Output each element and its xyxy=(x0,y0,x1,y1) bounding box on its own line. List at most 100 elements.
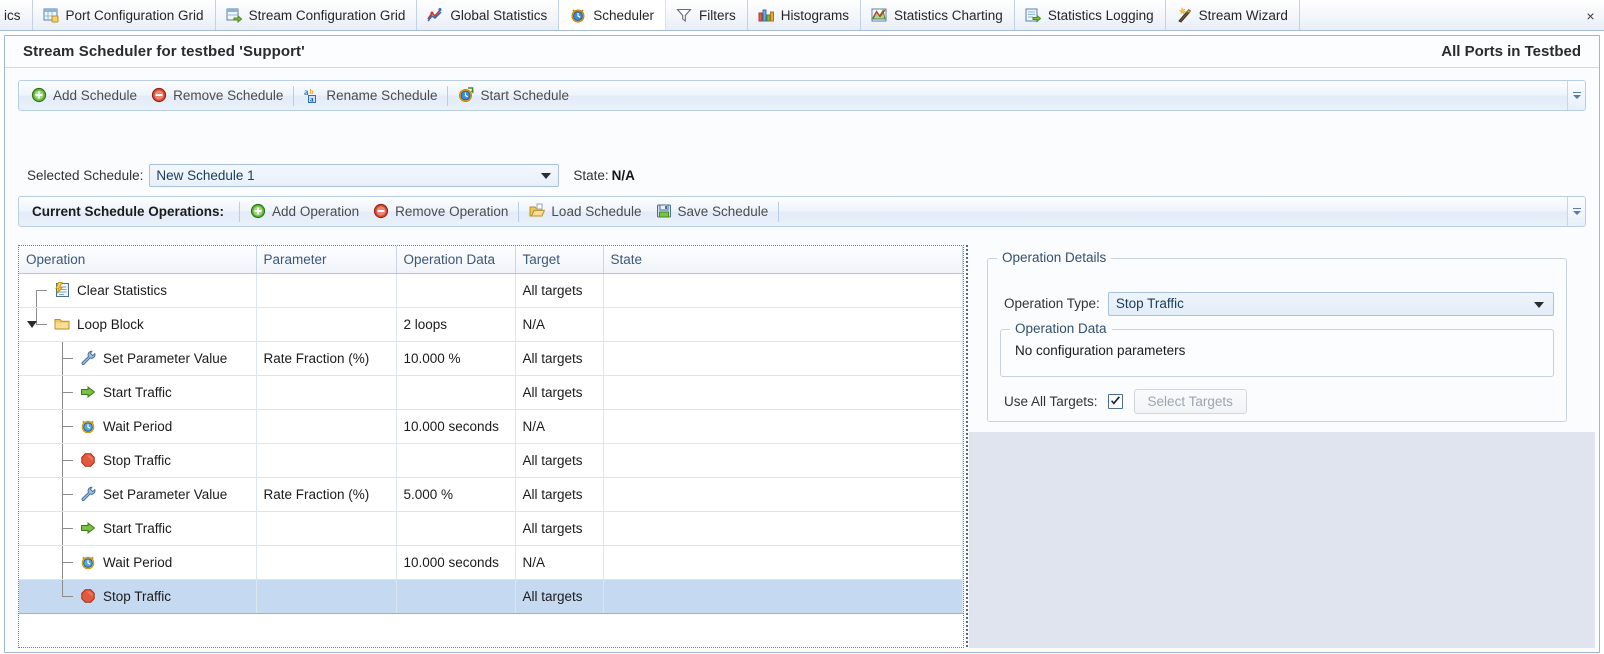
cell-operation-data[interactable]: 5.000 % xyxy=(396,477,516,512)
cell-state[interactable] xyxy=(603,307,963,342)
cell-parameter[interactable] xyxy=(256,409,397,444)
table-row[interactable]: Clear Statistics All targets xyxy=(19,273,963,308)
tab-filters[interactable]: Filters xyxy=(666,0,748,30)
table-row[interactable]: Start Traffic All targets xyxy=(19,375,963,410)
cell-state[interactable] xyxy=(603,511,963,546)
remove-schedule-button[interactable]: Remove Schedule xyxy=(144,83,290,108)
cell-operation-data[interactable] xyxy=(396,443,516,478)
table-row[interactable]: Set Parameter Value Rate Fraction (%) 10.0… xyxy=(19,341,963,376)
save-schedule-button[interactable]: Save Schedule xyxy=(649,199,776,224)
operation-name: Set Parameter Value xyxy=(103,350,228,366)
close-tab-button[interactable]: × xyxy=(1578,0,1604,30)
add-schedule-button[interactable]: Add Schedule xyxy=(24,83,144,108)
table-row[interactable]: Wait Period 10.000 seconds N/A xyxy=(19,409,963,444)
cell-target[interactable]: All targets xyxy=(515,443,604,478)
cell-target[interactable]: N/A xyxy=(515,409,604,444)
cell-operation-data[interactable]: 2 loops xyxy=(396,307,516,342)
operation-type-label: Operation Type: xyxy=(1004,296,1100,311)
cell-target[interactable]: N/A xyxy=(515,307,604,342)
operation-type-combobox[interactable]: Stop Traffic xyxy=(1107,291,1554,316)
cell-state[interactable] xyxy=(603,578,963,614)
tree-expander[interactable] xyxy=(27,321,37,328)
cell-parameter[interactable]: Rate Fraction (%) xyxy=(256,341,397,376)
green-arrow-icon xyxy=(80,384,97,401)
table-row[interactable]: Stop Traffic All targets xyxy=(19,578,963,614)
cell-target[interactable]: All targets xyxy=(515,375,604,410)
select-targets-button[interactable]: Select Targets xyxy=(1133,388,1247,414)
cell-state[interactable] xyxy=(603,409,963,444)
cell-target[interactable]: All targets xyxy=(515,341,604,376)
tab-statistics-charting[interactable]: Statistics Charting xyxy=(861,0,1015,30)
red-stop-icon xyxy=(80,452,97,469)
column-header-state[interactable]: State xyxy=(603,246,963,274)
column-header-target[interactable]: Target xyxy=(515,246,604,274)
cell-operation-data[interactable]: 10.000 seconds xyxy=(396,409,516,444)
cell-operation[interactable]: Set Parameter Value xyxy=(19,341,257,376)
table-row[interactable]: Start Traffic All targets xyxy=(19,511,963,546)
remove-operation-button[interactable]: Remove Operation xyxy=(366,199,515,224)
add-green-circle-icon xyxy=(31,87,48,104)
cell-operation-data[interactable] xyxy=(396,273,516,308)
chevron-down-icon xyxy=(1572,95,1581,99)
tab-statistics-logging[interactable]: Statistics Logging xyxy=(1015,0,1166,30)
add-operation-button[interactable]: Add Operation xyxy=(243,199,366,224)
tab-global-statistics[interactable]: Global Statistics xyxy=(417,0,560,30)
operations-toolbar-overflow-button[interactable] xyxy=(1567,197,1585,226)
cell-target[interactable]: All targets xyxy=(515,511,604,546)
table-row[interactable]: Set Parameter Value Rate Fraction (%) 5.00… xyxy=(19,477,963,512)
cell-operation[interactable]: Wait Period xyxy=(19,545,257,580)
cell-operation-data[interactable] xyxy=(396,578,516,614)
cell-operation[interactable]: Start Traffic xyxy=(19,375,257,410)
start-schedule-button[interactable]: Start Schedule xyxy=(451,83,576,108)
tab-scheduler[interactable]: Scheduler xyxy=(559,0,666,30)
cell-parameter[interactable] xyxy=(256,545,397,580)
cell-operation[interactable]: Wait Period xyxy=(19,409,257,444)
table-row[interactable]: Wait Period 10.000 seconds N/A xyxy=(19,545,963,580)
cell-parameter[interactable]: Rate Fraction (%) xyxy=(256,477,397,512)
tab-stream-configuration-grid[interactable]: Stream Configuration Grid xyxy=(216,0,418,30)
cell-state[interactable] xyxy=(603,443,963,478)
cell-operation[interactable]: Stop Traffic xyxy=(19,578,257,614)
cell-target[interactable]: All targets xyxy=(515,477,604,512)
cell-state[interactable] xyxy=(603,341,963,376)
cell-operation[interactable]: Start Traffic xyxy=(19,511,257,546)
cell-state[interactable] xyxy=(603,375,963,410)
cell-operation[interactable]: Clear Statistics xyxy=(19,273,257,308)
table-row[interactable]: Stop Traffic All targets xyxy=(19,443,963,478)
cell-operation-data[interactable] xyxy=(396,511,516,546)
tab-port-configuration-grid[interactable]: Port Configuration Grid xyxy=(33,0,216,30)
selected-schedule-combobox[interactable]: New Schedule 1 xyxy=(149,163,560,187)
cell-parameter[interactable] xyxy=(256,375,397,410)
cell-parameter[interactable] xyxy=(256,578,397,614)
cell-operation[interactable]: Stop Traffic xyxy=(19,443,257,478)
tab-stream-wizard[interactable]: Stream Wizard xyxy=(1166,0,1300,30)
cell-parameter[interactable] xyxy=(256,307,397,342)
schedule-toolbar-overflow-button[interactable] xyxy=(1567,81,1585,110)
column-header-operation-data[interactable]: Operation Data xyxy=(396,246,516,274)
cell-state[interactable] xyxy=(603,477,963,512)
cell-operation-data[interactable] xyxy=(396,375,516,410)
cell-target[interactable]: All targets xyxy=(515,578,604,614)
cell-target[interactable]: N/A xyxy=(515,545,604,580)
rename-schedule-button[interactable]: a b a Rename Schedule xyxy=(297,83,444,108)
cell-operation[interactable]: Set Parameter Value xyxy=(19,477,257,512)
cell-parameter[interactable] xyxy=(256,443,397,478)
cell-operation-data[interactable]: 10.000 seconds xyxy=(396,545,516,580)
open-folder-icon xyxy=(529,203,546,220)
tab-histograms[interactable]: Histograms xyxy=(748,0,862,30)
cell-state[interactable] xyxy=(603,273,963,308)
cell-state[interactable] xyxy=(603,545,963,580)
cell-operation-data[interactable]: 10.000 % xyxy=(396,341,516,376)
add-green-circle-icon xyxy=(250,203,267,220)
cell-parameter[interactable] xyxy=(256,273,397,308)
column-header-operation[interactable]: Operation xyxy=(19,246,257,274)
cell-target[interactable]: All targets xyxy=(515,273,604,308)
operations-grid[interactable]: Operation Parameter Operation Data Target St… xyxy=(18,245,964,648)
column-header-parameter[interactable]: Parameter xyxy=(256,246,397,274)
load-schedule-button[interactable]: Load Schedule xyxy=(522,199,648,224)
table-row[interactable]: Loop Block 2 loops N/A xyxy=(19,307,963,342)
cell-operation[interactable]: Loop Block xyxy=(19,307,257,342)
tab-ics[interactable]: ics xyxy=(0,0,33,30)
cell-parameter[interactable] xyxy=(256,511,397,546)
use-all-targets-checkbox[interactable] xyxy=(1107,393,1123,409)
